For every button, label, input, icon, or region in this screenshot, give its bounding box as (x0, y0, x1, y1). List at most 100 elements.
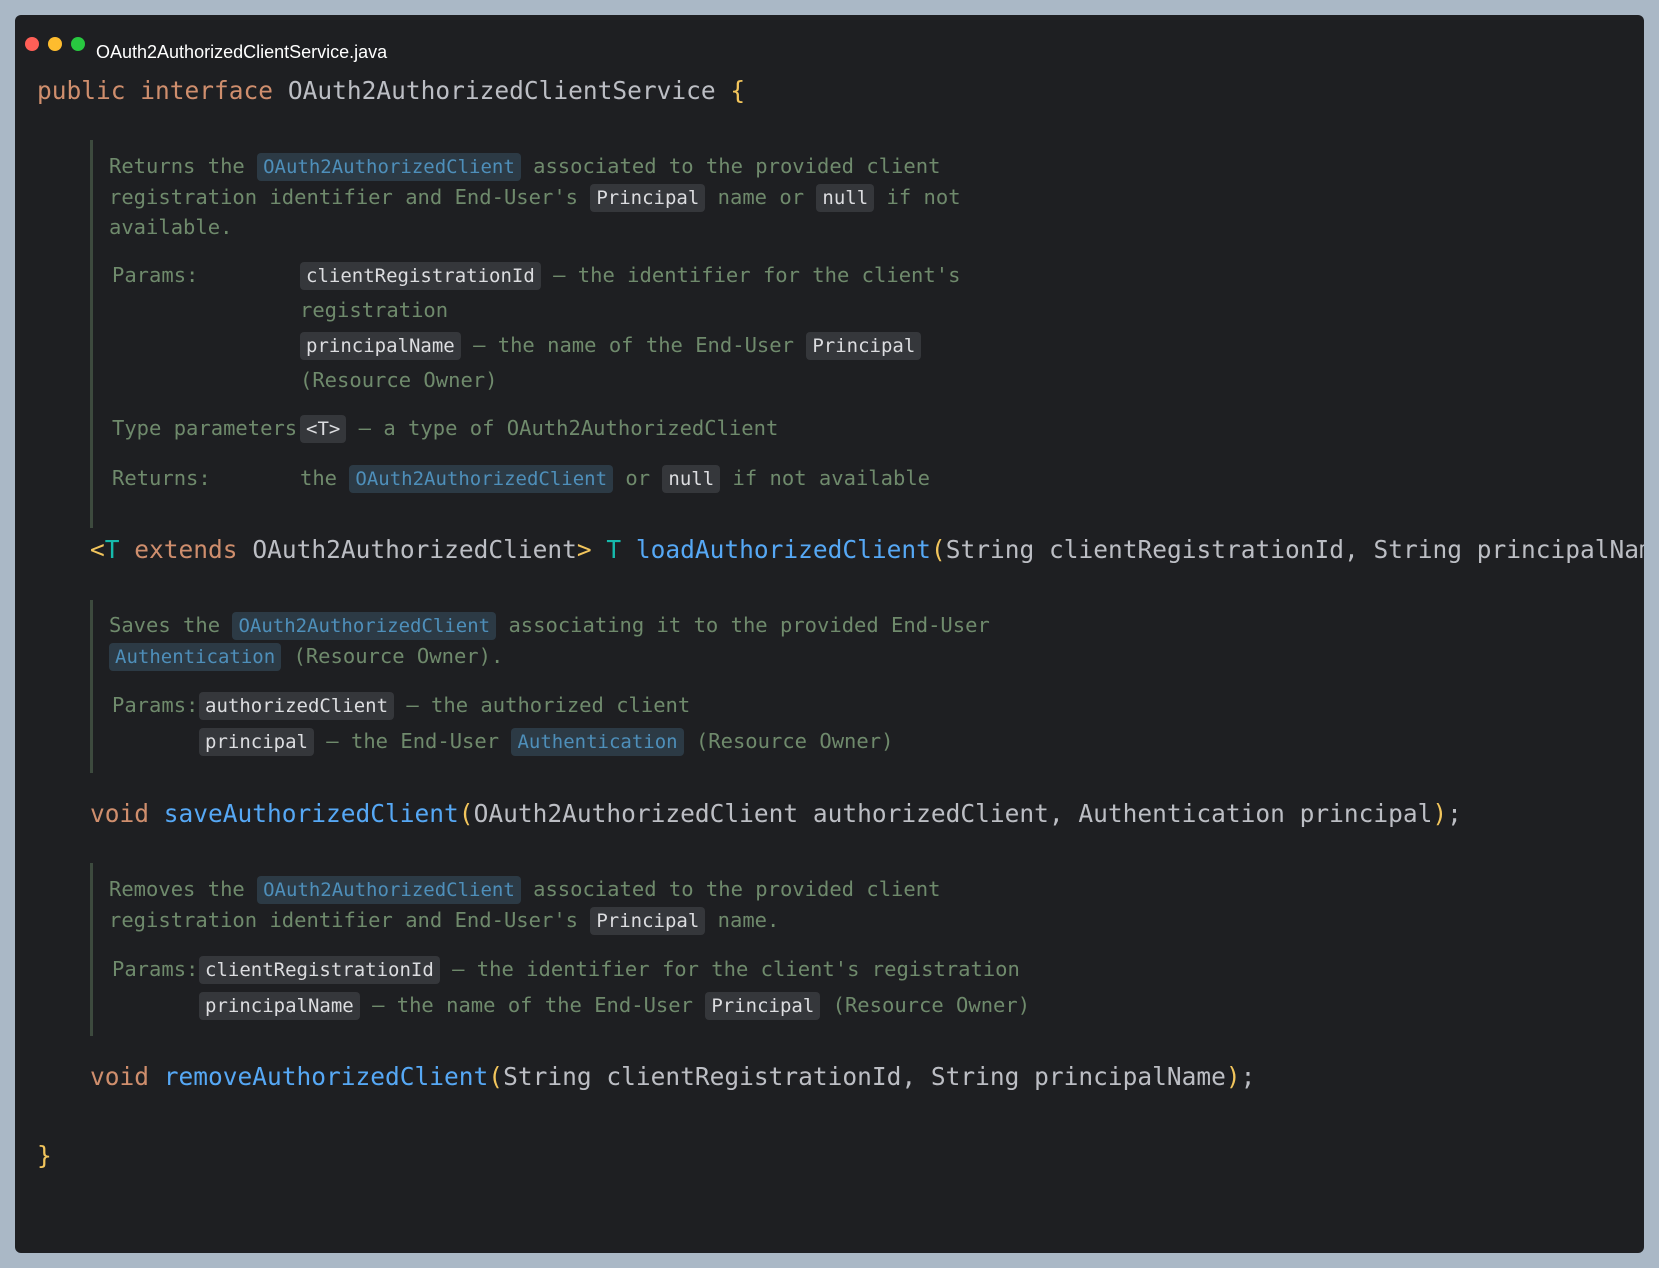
returns-entry: the OAuth2AuthorizedClient or null if no… (300, 463, 930, 494)
doc-text: Returns the (109, 154, 245, 178)
param-description: – the identifier for the client's (553, 263, 961, 287)
semicolon: ; (1240, 1062, 1256, 1091)
doc-line: registration identifier and End-User's P… (109, 182, 961, 213)
doc-text: if not (886, 185, 961, 209)
param-name: principalName (199, 992, 360, 1020)
doc-text: Saves the (109, 613, 221, 637)
param-entry: authorizedClient – the authorized client (199, 690, 690, 721)
method-name-saveauthorizedclient[interactable]: saveAuthorizedClient (164, 799, 459, 828)
doc-text: Removes the (109, 877, 245, 901)
open-paren: ( (930, 535, 946, 564)
doc-code-null: null (662, 465, 721, 493)
doc-text: associated to the provided client (533, 877, 941, 901)
method-signature-save: void saveAuthorizedClient(OAuth2Authoriz… (90, 798, 1462, 830)
doc-link-oauth2authorizedclient[interactable]: OAuth2AuthorizedClient (257, 876, 521, 904)
doc-line: Removes the OAuth2AuthorizedClient assoc… (109, 874, 940, 905)
maximize-window-button[interactable] (71, 37, 85, 51)
param-name: principalName (300, 332, 461, 360)
doc-line: available. (109, 215, 233, 239)
doc-line: Authentication (Resource Owner). (109, 641, 503, 672)
doc-link-authentication[interactable]: Authentication (511, 728, 684, 756)
param-description: – the name of the End-User (473, 333, 794, 357)
close-paren: ) (1432, 799, 1448, 828)
type-parameters-label: Type parameters: (112, 416, 310, 440)
type-parameter-description: – a type of OAuth2AuthorizedClient (358, 416, 779, 440)
doc-text: associated to the provided client (533, 154, 941, 178)
type-bound: OAuth2AuthorizedClient (252, 535, 577, 564)
editor-window: OAuth2AuthorizedClientService.java publi… (15, 15, 1644, 1253)
method-signature-load: <T extends OAuth2AuthorizedClient> T loa… (90, 534, 1644, 566)
param-entry: principalName – the name of the End-User… (300, 330, 922, 361)
param-entry: principal – the End-User Authentication … (199, 726, 893, 757)
close-paren: ) (1225, 1062, 1241, 1091)
method-signature-remove: void removeAuthorizedClient(String clien… (90, 1061, 1255, 1093)
doc-code-principal: Principal (590, 907, 706, 935)
doc-text: registration identifier and End-User's (109, 185, 578, 209)
doc-code-null: null (816, 184, 875, 212)
doc-line: Returns the OAuth2AuthorizedClient assoc… (109, 151, 940, 182)
doc-text: or (625, 466, 651, 490)
open-paren: ( (458, 799, 474, 828)
method-params: String clientRegistrationId, String prin… (503, 1062, 1226, 1091)
param-description: (Resource Owner) (695, 729, 894, 753)
window-title: OAuth2AuthorizedClientService.java (96, 42, 388, 62)
type-parameter-entry: <T> – a type of OAuth2AuthorizedClient (300, 413, 778, 444)
params-label: Params: (112, 693, 199, 717)
param-name: clientRegistrationId (300, 262, 541, 290)
returns-label: Returns: (112, 466, 211, 490)
keyword-void: void (90, 799, 150, 828)
param-description: registration (300, 298, 449, 322)
doc-code-principal: Principal (806, 332, 922, 360)
method-params: OAuth2AuthorizedClient authorizedClient,… (473, 799, 1433, 828)
doc-code-principal: Principal (705, 992, 821, 1020)
keyword-void: void (90, 1062, 150, 1091)
param-entry: clientRegistrationId – the identifier fo… (199, 954, 1020, 985)
doc-text: name or (717, 185, 805, 209)
param-description: – the name of the End-User (372, 993, 693, 1017)
param-description: – the identifier for the client's regist… (452, 957, 1020, 981)
doc-link-oauth2authorizedclient[interactable]: OAuth2AuthorizedClient (257, 153, 521, 181)
param-name: clientRegistrationId (199, 956, 440, 984)
param-description: – the End-User (326, 729, 500, 753)
doc-text: registration identifier and End-User's (109, 908, 578, 932)
doc-text: (Resource Owner). (293, 644, 504, 668)
params-label: Params: (112, 957, 199, 981)
doc-text: the (300, 466, 338, 490)
type-parameter: T (104, 535, 120, 564)
interface-name: OAuth2AuthorizedClientService (287, 76, 716, 105)
param-description: (Resource Owner) (832, 993, 1031, 1017)
method-name-loadauthorizedclient[interactable]: loadAuthorizedClient (636, 535, 931, 564)
generic-close: > (576, 535, 592, 564)
keyword-public: public (37, 76, 126, 105)
return-type: T (606, 535, 622, 564)
minimize-window-button[interactable] (48, 37, 62, 51)
type-parameter-name: <T> (300, 415, 347, 443)
title-bar: OAuth2AuthorizedClientService.java (15, 15, 1644, 62)
param-name: authorizedClient (199, 692, 395, 720)
doc-text: associating it to the provided End-User (508, 613, 990, 637)
params-label: Params: (112, 263, 199, 287)
doc-link-oauth2authorizedclient[interactable]: OAuth2AuthorizedClient (232, 612, 497, 640)
semicolon: ; (1447, 799, 1462, 828)
param-description: (Resource Owner) (300, 368, 498, 392)
close-window-button[interactable] (25, 37, 39, 51)
method-name-removeauthorizedclient[interactable]: removeAuthorizedClient (164, 1062, 489, 1091)
param-description: – the authorized client (406, 693, 691, 717)
doc-link-authentication[interactable]: Authentication (109, 643, 282, 671)
param-name: principal (199, 728, 314, 756)
open-brace: { (730, 76, 746, 105)
doc-code-principal: Principal (590, 184, 706, 212)
doc-line: registration identifier and End-User's P… (109, 905, 779, 936)
doc-link-oauth2authorizedclient[interactable]: OAuth2AuthorizedClient (349, 465, 614, 493)
keyword-extends: extends (134, 535, 238, 564)
param-entry: clientRegistrationId – the identifier fo… (300, 260, 960, 291)
param-entry: principalName – the name of the End-User… (199, 990, 1030, 1021)
method-params: String clientRegistrationId, String prin… (945, 535, 1644, 564)
doc-text: name. (717, 908, 780, 932)
doc-line: Saves the OAuth2AuthorizedClient associa… (109, 610, 990, 641)
open-paren: ( (488, 1062, 504, 1091)
doc-text: if not available (732, 466, 931, 490)
keyword-interface: interface (140, 76, 274, 105)
generic-open: < (90, 535, 105, 564)
interface-declaration: public interface OAuth2AuthorizedClientS… (37, 75, 745, 107)
